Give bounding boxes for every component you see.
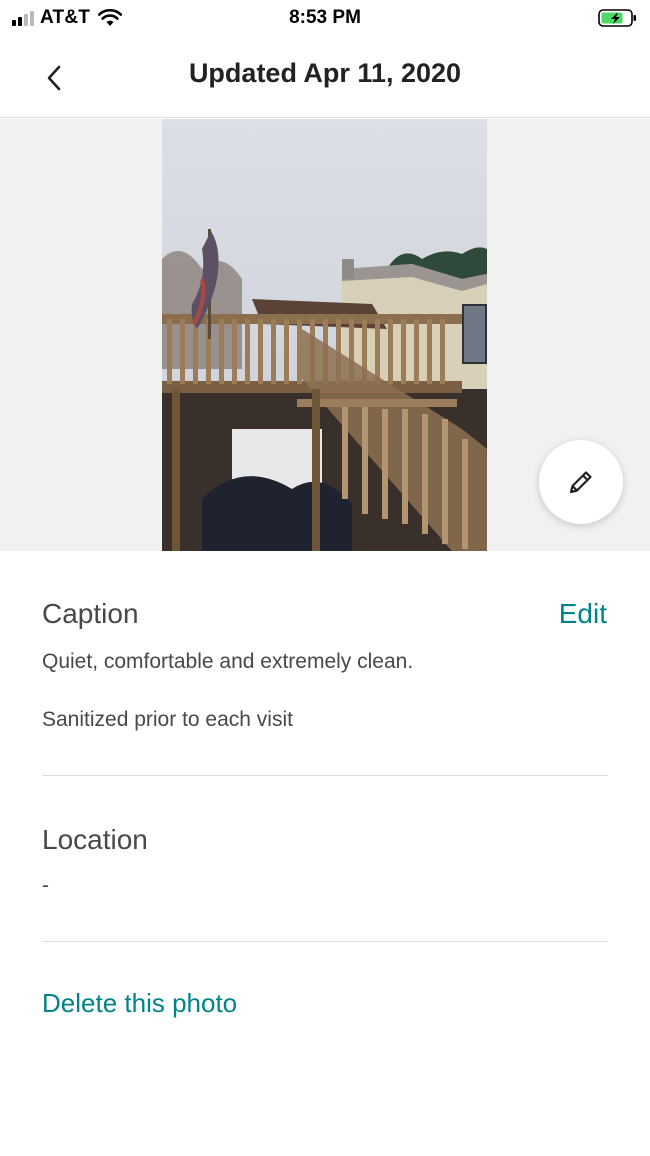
caption-text-line-2: Sanitized prior to each visit (42, 708, 293, 731)
nav-header: Updated Apr 11, 2020 (0, 36, 650, 118)
location-heading: Location (42, 824, 148, 855)
battery-charging-icon (598, 9, 636, 27)
divider (42, 941, 608, 942)
photo-area (0, 119, 650, 551)
edit-caption-link[interactable]: Edit (559, 598, 607, 630)
caption-heading: Caption (42, 598, 139, 629)
status-bar: AT&T 8:53 PM (0, 0, 650, 36)
divider (42, 775, 608, 776)
location-value: - (42, 874, 49, 897)
status-time: 8:53 PM (289, 7, 361, 28)
pencil-icon (569, 471, 592, 494)
caption-text-line-1: Quiet, comfortable and extremely clean. (42, 650, 414, 673)
deck-house-photo (162, 119, 487, 551)
page-title: Updated Apr 11, 2020 (188, 58, 462, 88)
listing-photo (162, 119, 487, 551)
edit-photo-button[interactable] (539, 440, 623, 524)
delete-photo-link[interactable]: Delete this photo (42, 988, 237, 1019)
